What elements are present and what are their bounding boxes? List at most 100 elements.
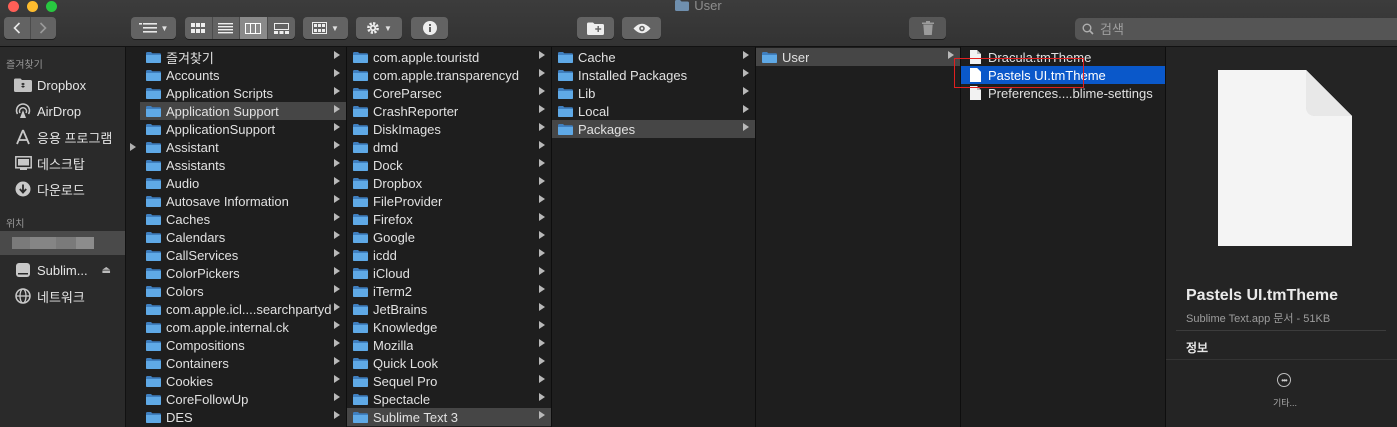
disclosure-arrow-icon (539, 105, 545, 113)
file-row[interactable]: Pastels UI.tmTheme (961, 66, 1165, 84)
more-button[interactable]: 기타... (1166, 396, 1397, 409)
list-view-button[interactable] (211, 17, 240, 39)
folder-row[interactable]: com.apple.touristd (347, 48, 551, 66)
eject-icon[interactable]: ⏏ (102, 265, 111, 276)
folder-row[interactable]: Compositions (140, 336, 346, 354)
folder-row[interactable]: Installed Packages (552, 66, 755, 84)
folder-row[interactable]: Application Scripts (140, 84, 346, 102)
folder-row[interactable]: Dock (347, 156, 551, 174)
columns-icon (245, 22, 262, 34)
row-label: Quick Look (373, 355, 439, 371)
row-label: Assistant (166, 139, 219, 155)
folder-row[interactable]: com.apple.icl....searchpartyd (140, 300, 346, 318)
folder-row[interactable]: iCloud (347, 264, 551, 282)
sidebar-item-desktop[interactable]: 데스크탑 (14, 152, 125, 174)
folder-row[interactable]: com.apple.internal.ck (140, 318, 346, 336)
folder-row[interactable]: Cookies (140, 372, 346, 390)
sidebar-item-dropbox[interactable]: Dropbox (14, 74, 125, 96)
folder-row[interactable]: Quick Look (347, 354, 551, 372)
folder-row[interactable]: Mozilla (347, 336, 551, 354)
folder-row[interactable]: Google (347, 228, 551, 246)
list-menu-button[interactable]: ▼ (131, 17, 176, 39)
quick-look-button[interactable] (622, 17, 661, 39)
folder-row[interactable]: Assistants (140, 156, 346, 174)
folder-icon (558, 105, 573, 117)
file-row[interactable]: Dracula.tmTheme (961, 48, 1165, 66)
sidebar-item-network[interactable]: 네트워크 (14, 285, 125, 307)
back-button[interactable] (4, 17, 30, 39)
search-input[interactable] (1098, 20, 1382, 38)
folder-row[interactable]: User (756, 48, 960, 66)
folder-row[interactable]: CallServices (140, 246, 346, 264)
sidebar-item-applications[interactable]: 응용 프로그램 (14, 126, 125, 148)
icon-view-button[interactable] (185, 17, 212, 39)
disclosure-arrow-icon (334, 159, 340, 167)
row-label: FileProvider (373, 193, 443, 209)
folder-row[interactable]: DES (140, 408, 346, 426)
folder-icon (146, 105, 161, 117)
disk-icon (14, 262, 32, 278)
folder-row[interactable]: Spectacle (347, 390, 551, 408)
forward-button[interactable] (29, 17, 57, 39)
column-view-button[interactable] (239, 17, 267, 39)
folder-row[interactable]: Application Support (140, 102, 346, 120)
group-menu-button[interactable]: ▼ (303, 17, 348, 39)
disclosure-arrow-icon (334, 285, 340, 293)
sidebar-item-redacted[interactable] (0, 231, 125, 255)
folder-row[interactable]: ApplicationSupport (140, 120, 346, 138)
file-row[interactable]: Preferences....blime-settings (961, 84, 1165, 102)
folder-row[interactable]: Dropbox (347, 174, 551, 192)
folder-row[interactable]: FileProvider (347, 192, 551, 210)
group-grid-icon (312, 22, 328, 34)
collapse-arrow-icon[interactable] (130, 143, 136, 151)
folder-icon (558, 123, 573, 135)
folder-row[interactable]: Autosave Information (140, 192, 346, 210)
folder-row[interactable]: dmd (347, 138, 551, 156)
folder-row[interactable]: Sublime Text 3 (347, 408, 551, 426)
row-label: Containers (166, 355, 229, 371)
disclosure-arrow-icon (539, 159, 545, 167)
disclosure-arrow-icon (539, 393, 545, 401)
folder-row[interactable]: Caches (140, 210, 346, 228)
folder-row[interactable]: Audio (140, 174, 346, 192)
move-to-trash-button[interactable] (909, 17, 946, 39)
new-folder-button[interactable] (577, 17, 614, 39)
folder-row[interactable]: Firefox (347, 210, 551, 228)
folder-row[interactable]: Packages (552, 120, 755, 138)
row-label: com.apple.icl....searchpartyd (166, 301, 332, 317)
folder-icon (353, 105, 368, 117)
folder-row[interactable]: iTerm2 (347, 282, 551, 300)
folder-row[interactable]: com.apple.transparencyd (347, 66, 551, 84)
info-icon (422, 21, 437, 35)
folder-row[interactable]: Containers (140, 354, 346, 372)
folder-row[interactable]: JetBrains (347, 300, 551, 318)
folder-row[interactable]: ColorPickers (140, 264, 346, 282)
applications-icon (14, 129, 32, 145)
folder-row[interactable]: Cache (552, 48, 755, 66)
folder-row[interactable]: CoreParsec (347, 84, 551, 102)
folder-row[interactable]: CrashReporter (347, 102, 551, 120)
folder-row[interactable]: Assistant (140, 138, 346, 156)
sidebar-item-downloads[interactable]: 다운로드 (14, 178, 125, 200)
folder-row[interactable]: Lib (552, 84, 755, 102)
column-application-support: com.apple.touristd com.apple.transparency… (347, 47, 552, 427)
sidebar-item-sublime-disk[interactable]: Sublim... ⏏ (14, 259, 125, 281)
preview-pane: Pastels UI.tmTheme Sublime Text.app 문서 -… (1166, 47, 1397, 427)
folder-row[interactable]: 즐겨찾기 (140, 48, 346, 66)
get-info-button[interactable] (411, 17, 448, 39)
folder-row[interactable]: Colors (140, 282, 346, 300)
folder-row[interactable]: CoreFollowUp (140, 390, 346, 408)
row-label: Pastels UI.tmTheme (988, 67, 1106, 83)
folder-row[interactable]: icdd (347, 246, 551, 264)
action-menu-button[interactable]: ▼ (356, 17, 402, 39)
folder-row[interactable]: DiskImages (347, 120, 551, 138)
folder-row[interactable]: Calendars (140, 228, 346, 246)
folder-row[interactable]: Local (552, 102, 755, 120)
more-icon[interactable]: ••• (1277, 373, 1291, 387)
row-label: Dropbox (373, 175, 423, 191)
folder-row[interactable]: Sequel Pro (347, 372, 551, 390)
gallery-view-button[interactable] (266, 17, 295, 39)
sidebar-item-airdrop[interactable]: AirDrop (14, 100, 125, 122)
folder-row[interactable]: Knowledge (347, 318, 551, 336)
folder-row[interactable]: Accounts (140, 66, 346, 84)
